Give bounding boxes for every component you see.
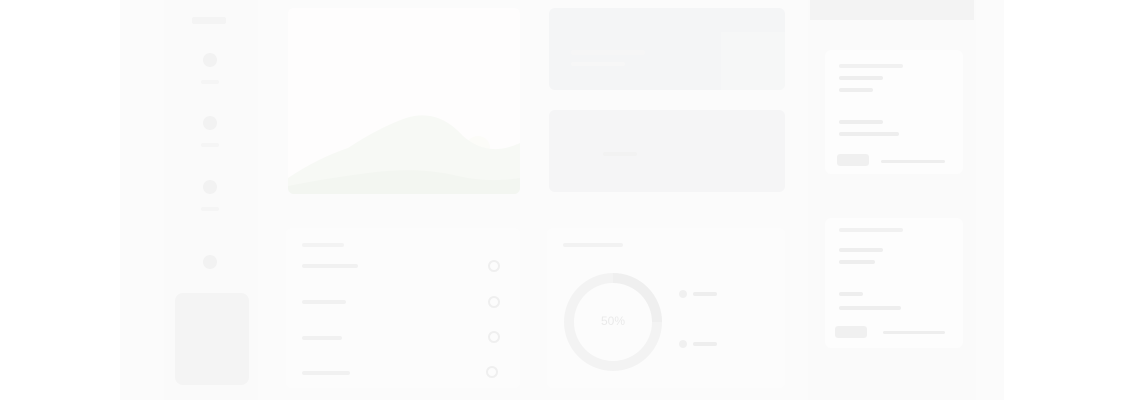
card-line [839, 306, 901, 310]
card-footnote [881, 160, 945, 163]
card-footnote [883, 331, 945, 334]
promo-subtitle-text [571, 62, 625, 66]
featured-promo-card[interactable] [549, 8, 785, 90]
sidebar-item-label [201, 80, 219, 84]
hero-image-card[interactable] [288, 8, 520, 194]
card-title [839, 228, 903, 232]
sidebar-item-label [201, 207, 219, 211]
card-title [563, 243, 623, 247]
promo-accent-strip [721, 32, 785, 90]
chart-icon[interactable] [203, 180, 217, 194]
grid-icon[interactable] [203, 116, 217, 130]
legend-label [693, 342, 717, 346]
check-circle-icon[interactable] [486, 366, 498, 378]
right-panel-header [810, 0, 974, 20]
settings-icon[interactable] [203, 255, 217, 269]
check-circle-icon[interactable] [488, 296, 500, 308]
card-line [839, 260, 875, 264]
card-title [839, 64, 903, 68]
card-title [302, 243, 344, 247]
donut-chart: 50% [564, 273, 662, 371]
sidebar-brand-logo [192, 17, 226, 24]
promo-title-text [571, 50, 645, 55]
card-line [839, 120, 883, 124]
list-item [302, 336, 342, 340]
right-info-card [825, 50, 963, 174]
card-action-button[interactable] [837, 154, 869, 166]
card-action-button[interactable] [835, 326, 867, 338]
task-list-card [286, 228, 520, 388]
home-icon[interactable] [203, 53, 217, 67]
donut-center-label: 50% [601, 314, 625, 328]
card-line [839, 76, 883, 80]
check-circle-icon[interactable] [488, 260, 500, 272]
promo-caption-text [603, 152, 637, 156]
check-circle-icon[interactable] [488, 331, 500, 343]
list-item [302, 264, 358, 268]
legend-dot [679, 340, 687, 348]
card-line [839, 88, 873, 92]
landscape-illustration [288, 8, 520, 194]
app-screen: 50% [0, 0, 1126, 400]
card-line [839, 292, 863, 296]
list-item [302, 371, 350, 375]
legend-label [693, 292, 717, 296]
card-line [839, 132, 899, 136]
sidebar-promo-card[interactable] [175, 293, 249, 385]
sidebar-item-label [201, 143, 219, 147]
card-line [839, 248, 883, 252]
legend-dot [679, 290, 687, 298]
secondary-promo-card[interactable] [549, 110, 785, 192]
right-info-card [825, 218, 963, 348]
list-item [302, 300, 346, 304]
progress-donut-card: 50% [547, 228, 785, 388]
